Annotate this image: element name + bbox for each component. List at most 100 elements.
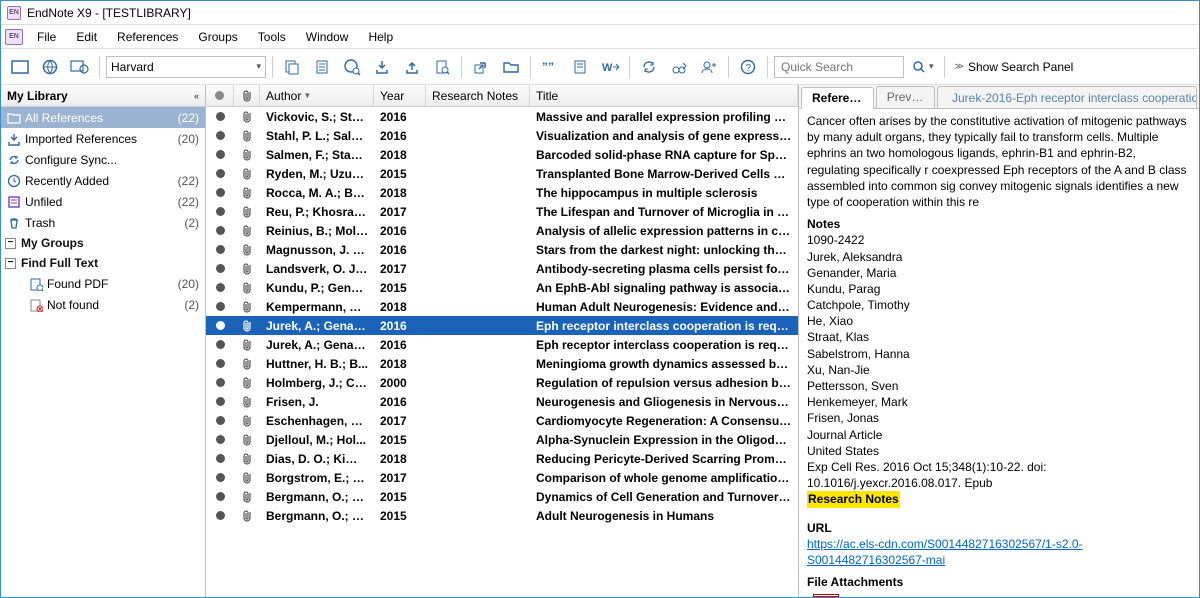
tab-pdf[interactable]: Jurek-2016-Eph receptor interclass coope… (937, 86, 1197, 108)
table-row[interactable]: Dias, D. O.; Kim, ...2018Reducing Pericy… (206, 449, 798, 468)
sync-button[interactable] (636, 54, 662, 80)
table-row[interactable]: Frisen, J.2016Neurogenesis and Gliogenes… (206, 392, 798, 411)
table-row[interactable]: Salmen, F.; Stahl,...2018Barcoded solid-… (206, 145, 798, 164)
menu-window[interactable]: Window (296, 28, 359, 46)
output-style-select[interactable]: Harvard▾ (106, 56, 266, 78)
notes-line: Straat, Klas (807, 329, 1191, 345)
quick-search-input[interactable] (774, 56, 904, 78)
table-row[interactable]: Jurek, A.; Genan...2016Eph receptor inte… (206, 316, 798, 335)
file-attachments-heading: File Attachments (807, 574, 1191, 590)
sidebar-group-my-groups[interactable]: −My Groups (1, 233, 205, 253)
notes-line: Sabelstrom, Hanna (807, 346, 1191, 362)
cell-author: Eschenhagen, T.; ... (260, 414, 374, 428)
table-row[interactable]: Huttner, H. B.; B...2018Meningioma growt… (206, 354, 798, 373)
cell-year: 2016 (374, 129, 426, 143)
sidebar-item-all-references[interactable]: All References(22) (1, 107, 205, 128)
sidebar-item-trash[interactable]: Trash(2) (1, 212, 205, 233)
tab-preview[interactable]: Preview (876, 86, 935, 108)
pdf-icon (29, 277, 43, 291)
table-row[interactable]: Stahl, P. L.; Salm...2016Visualization a… (206, 126, 798, 145)
sidebar-item-count: (20) (178, 132, 199, 146)
sidebar-group-find-full-text[interactable]: −Find Full Text (1, 253, 205, 273)
table-row[interactable]: Reu, P.; Khosravi,...2017The Lifespan an… (206, 202, 798, 221)
sidebar-item-count: (22) (178, 174, 199, 188)
sidebar-item-imported-references[interactable]: Imported References(20) (1, 128, 205, 149)
menu-edit[interactable]: Edit (66, 28, 107, 46)
table-row[interactable]: Rocca, M. A.; Bar...2018The hippocampus … (206, 183, 798, 202)
url-link[interactable]: https://ac.els-cdn.com/S0014482716302567… (807, 537, 1083, 567)
file-attachment-item[interactable]: Jurek-2016... receptor in... (807, 590, 1191, 597)
new-reference-button[interactable] (309, 54, 335, 80)
sidebar-item-recently-added[interactable]: Recently Added(22) (1, 170, 205, 191)
import-button[interactable] (369, 54, 395, 80)
online-search-button[interactable] (339, 54, 365, 80)
cell-year: 2016 (374, 338, 426, 352)
menu-tools[interactable]: Tools (248, 28, 296, 46)
paperclip-icon (234, 110, 260, 124)
mode-online-button[interactable] (37, 54, 63, 80)
menu-references[interactable]: References (107, 28, 188, 46)
menu-file[interactable]: File (27, 28, 66, 46)
sidebar-item-unfiled[interactable]: Unfiled(22) (1, 191, 205, 212)
cell-author: Reinius, B.; Mold... (260, 224, 374, 238)
table-row[interactable]: Reinius, B.; Mold...2016Analysis of alle… (206, 221, 798, 240)
col-read[interactable] (206, 85, 234, 106)
reference-list-body[interactable]: Vickovic, S.; Sta...2016Massive and para… (206, 107, 798, 597)
col-year[interactable]: Year (374, 85, 426, 106)
url-heading: URL (807, 520, 1191, 536)
help-button[interactable]: ? (735, 54, 761, 80)
table-row[interactable]: Bergmann, O.; S...2015Adult Neurogenesis… (206, 506, 798, 525)
table-row[interactable]: Bergmann, O.; Z...2015Dynamics of Cell G… (206, 487, 798, 506)
read-status-icon (216, 397, 225, 406)
show-search-panel-button[interactable]: ≫Show Search Panel (951, 60, 1078, 74)
search-scope-button[interactable]: ▾ (908, 60, 938, 74)
table-row[interactable]: Djelloul, M.; Hol...2015Alpha-Synuclein … (206, 430, 798, 449)
go-to-word-button[interactable]: W (597, 54, 623, 80)
table-row[interactable]: Landsverk, O. J.; ...2017Antibody-secret… (206, 259, 798, 278)
sidebar-header: My Library« (1, 85, 205, 107)
col-title[interactable]: Title (530, 85, 798, 106)
chevron-icon: ≫ (955, 61, 964, 72)
table-row[interactable]: Kundu, P.; Genan...2015An EphB-Abl signa… (206, 278, 798, 297)
main-area: My Library« All References(22)Imported R… (1, 85, 1199, 597)
table-row[interactable]: Vickovic, S.; Sta...2016Massive and para… (206, 107, 798, 126)
table-row[interactable]: Magnusson, J. P.; ...2016Stars from the … (206, 240, 798, 259)
open-folder-button[interactable] (498, 54, 524, 80)
table-row[interactable]: Holmberg, J.; Cla...2000Regulation of re… (206, 373, 798, 392)
cell-author: Jurek, A.; Genan... (260, 338, 374, 352)
col-research-notes[interactable]: Research Notes (426, 85, 530, 106)
copy-button[interactable] (279, 54, 305, 80)
table-row[interactable]: Kempermann, G....2018Human Adult Neuroge… (206, 297, 798, 316)
cell-author: Vickovic, S.; Sta... (260, 110, 374, 124)
menu-groups[interactable]: Groups (188, 28, 247, 46)
tab-reference[interactable]: Reference (801, 87, 874, 109)
export-button[interactable] (399, 54, 425, 80)
table-row[interactable]: Jurek, A.; Genan...2016Eph receptor inte… (206, 335, 798, 354)
find-fulltext-button[interactable] (429, 54, 455, 80)
cell-year: 2017 (374, 205, 426, 219)
pdf-file-icon (813, 594, 839, 597)
share-button[interactable] (666, 54, 692, 80)
cell-author: Holmberg, J.; Cla... (260, 376, 374, 390)
detail-body[interactable]: Cancer often arises by the constitutive … (799, 109, 1199, 597)
sidebar-item-not-found[interactable]: Not found(2) (1, 294, 205, 315)
collapse-icon[interactable]: « (194, 91, 199, 101)
app-icon-small: EN (5, 29, 23, 45)
cell-author: Stahl, P. L.; Salm... (260, 129, 374, 143)
insert-citation-button[interactable]: ”” (537, 54, 563, 80)
new-group-button[interactable] (696, 54, 722, 80)
sidebar-item-configure-sync-[interactable]: Configure Sync... (1, 149, 205, 170)
table-row[interactable]: Ryden, M.; Uzun...2015Transplanted Bone … (206, 164, 798, 183)
menu-help[interactable]: Help (358, 28, 403, 46)
table-row[interactable]: Borgstrom, E.; P...2017Comparison of who… (206, 468, 798, 487)
format-bib-button[interactable] (567, 54, 593, 80)
sidebar-item-found-pdf[interactable]: Found PDF(20) (1, 273, 205, 294)
table-row[interactable]: Eschenhagen, T.; ...2017Cardiomyocyte Re… (206, 411, 798, 430)
cell-author: Huttner, H. B.; B... (260, 357, 374, 371)
col-author[interactable]: Author▼ (260, 85, 374, 106)
open-link-button[interactable] (468, 54, 494, 80)
mode-integrated-button[interactable] (67, 54, 93, 80)
cell-title: Cardiomyocyte Regeneration: A Consensus … (530, 414, 798, 428)
mode-local-button[interactable] (7, 54, 33, 80)
col-attachment[interactable] (234, 85, 260, 106)
